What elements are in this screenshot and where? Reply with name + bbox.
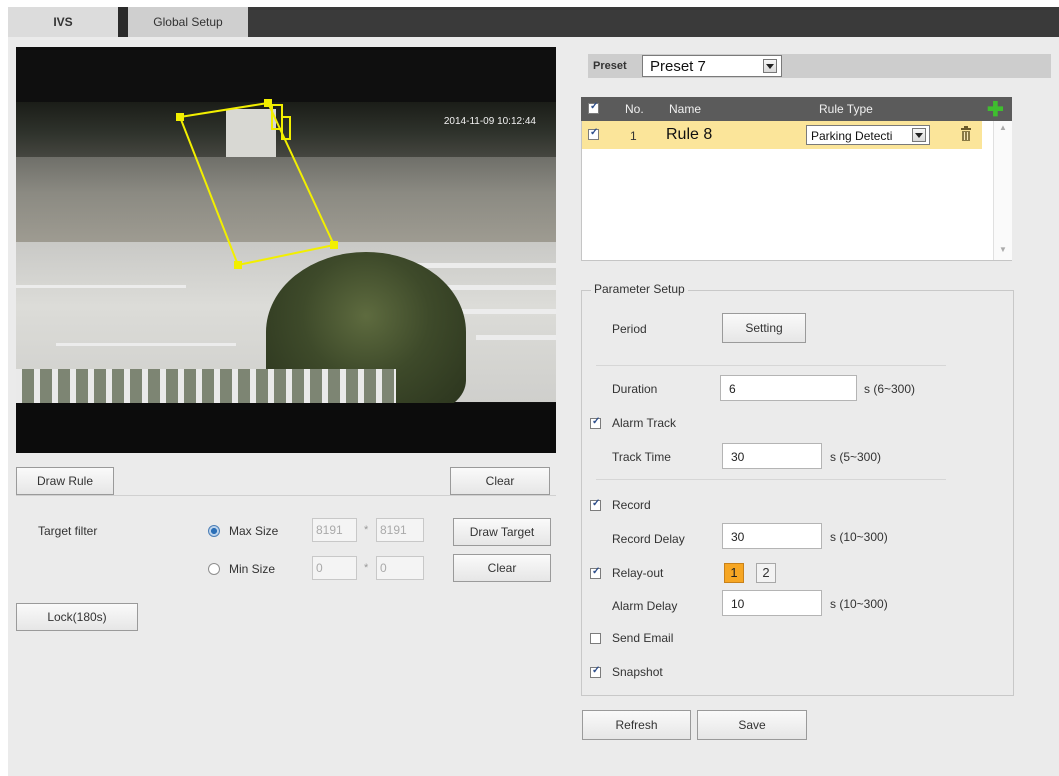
draw-target-button[interactable]: Draw Target <box>453 518 551 546</box>
video-preview[interactable]: 2014-11-09 10:12:44 <box>16 47 556 453</box>
alarm-delay-label: Alarm Delay <box>612 599 678 613</box>
draw-rule-button[interactable]: Draw Rule <box>16 467 114 495</box>
relay-out-checkbox[interactable] <box>590 566 601 579</box>
snapshot-label: Snapshot <box>612 665 663 679</box>
tab-divider <box>118 7 128 37</box>
table-row[interactable]: 1 Rule 8 Parking Detecti <box>582 121 982 149</box>
select-all-checkbox[interactable] <box>588 101 599 114</box>
rule-polygon[interactable] <box>16 47 556 453</box>
record-delay-range: s (10~300) <box>830 530 888 544</box>
record-delay-label: Record Delay <box>612 532 685 546</box>
rule-table-header: No. Name Rule Type ✚ <box>581 97 1012 121</box>
duration-label: Duration <box>612 382 658 396</box>
record-checkbox[interactable] <box>590 498 601 511</box>
add-rule-icon[interactable]: ✚ <box>987 97 1004 122</box>
tab-global-setup[interactable]: Global Setup <box>128 7 248 37</box>
save-button[interactable]: Save <box>697 710 807 740</box>
row-name: Rule 8 <box>666 126 713 143</box>
tab-bar-fill <box>248 7 1059 37</box>
clear-rule-button[interactable]: Clear <box>450 467 550 495</box>
min-height-input[interactable]: 0 <box>376 556 424 580</box>
min-size-label: Min Size <box>229 562 276 576</box>
preset-value: Preset 7 <box>650 58 706 75</box>
max-width-input[interactable]: 8191 <box>312 518 357 542</box>
lock-button[interactable]: Lock(180s) <box>16 603 138 631</box>
duration-range: s (6~300) <box>864 382 916 396</box>
clear-target-button[interactable]: Clear <box>453 554 551 582</box>
send-email-label: Send Email <box>612 631 674 645</box>
track-time-label: Track Time <box>612 450 671 464</box>
track-time-range: s (5~300) <box>830 450 882 464</box>
snapshot-checkbox[interactable] <box>590 665 601 678</box>
delete-icon[interactable] <box>960 126 972 142</box>
alarm-delay-range: s (10~300) <box>830 597 888 611</box>
relay-1-button[interactable]: 1 <box>724 563 744 583</box>
send-email-checkbox[interactable] <box>590 633 601 644</box>
preset-select[interactable]: Preset 7 <box>642 55 782 77</box>
max-size-radio[interactable] <box>208 525 220 537</box>
relay-2-button[interactable]: 2 <box>756 563 776 583</box>
record-label: Record <box>612 498 651 512</box>
scroll-down-icon[interactable]: ▼ <box>999 245 1007 254</box>
max-height-input[interactable]: 8191 <box>376 518 424 542</box>
relay-out-label: Relay-out <box>612 566 664 580</box>
scroll-up-icon[interactable]: ▲ <box>999 123 1007 132</box>
parameter-setup-legend: Parameter Setup <box>591 282 688 296</box>
rule-table-scrollbar[interactable]: ▲ ▼ <box>993 121 1012 260</box>
rule-type-select[interactable]: Parking Detecti <box>806 125 930 145</box>
duration-input[interactable]: 6 <box>720 375 857 401</box>
min-size-radio[interactable] <box>208 563 220 575</box>
min-width-input[interactable]: 0 <box>312 556 357 580</box>
col-name: Name <box>669 102 702 116</box>
chevron-down-icon[interactable] <box>912 128 926 142</box>
track-time-input[interactable]: 30 <box>722 443 822 469</box>
col-no: No. <box>625 102 644 116</box>
rule-type-value: Parking Detecti <box>811 129 893 143</box>
target-filter-label: Target filter <box>38 524 98 538</box>
tab-ivs[interactable]: IVS <box>8 7 118 37</box>
col-rule-type: Rule Type <box>819 102 873 116</box>
record-delay-input[interactable]: 30 <box>722 523 822 549</box>
divider <box>16 495 556 496</box>
alarm-track-label: Alarm Track <box>612 416 677 430</box>
refresh-button[interactable]: Refresh <box>582 710 691 740</box>
row-checkbox[interactable] <box>588 127 599 140</box>
alarm-delay-input[interactable]: 10 <box>722 590 822 616</box>
row-no: 1 <box>630 129 637 143</box>
preset-label: Preset <box>593 60 627 72</box>
period-label: Period <box>612 322 647 336</box>
max-size-label: Max Size <box>229 524 279 538</box>
chevron-down-icon[interactable] <box>763 59 777 73</box>
period-setting-button[interactable]: Setting <box>722 313 806 343</box>
alarm-track-checkbox[interactable] <box>590 416 601 429</box>
